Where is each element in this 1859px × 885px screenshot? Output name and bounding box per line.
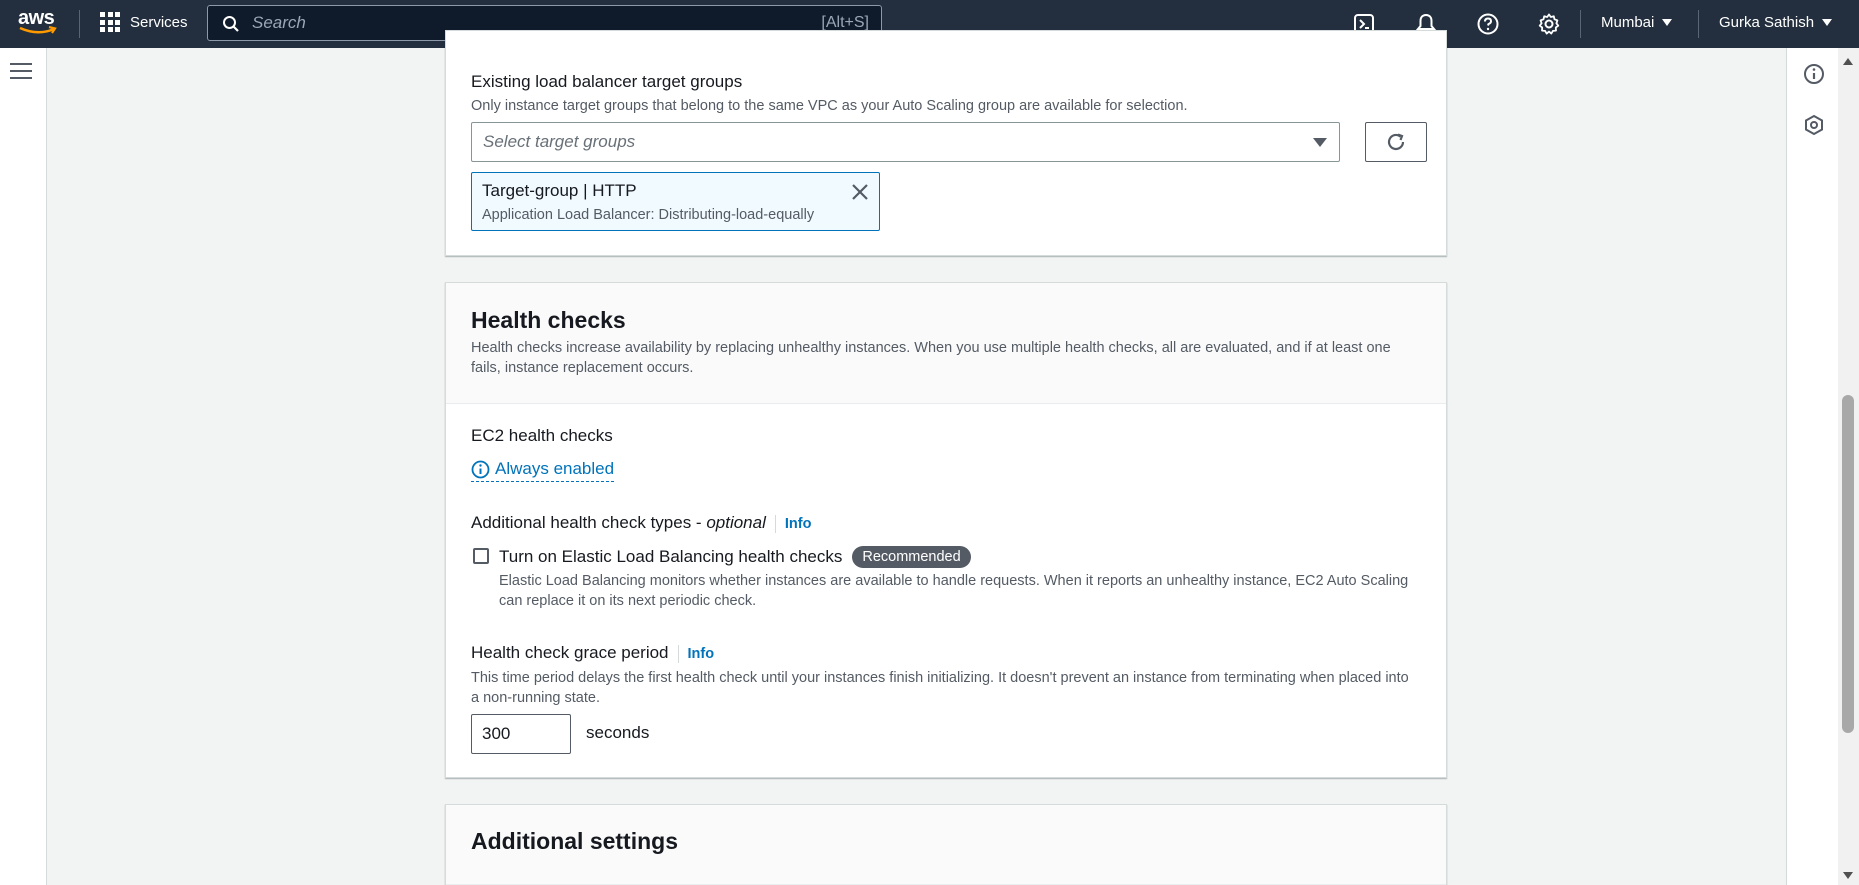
aws-logo-text: aws: [18, 7, 55, 29]
nav-divider: [1698, 10, 1699, 38]
target-groups-label: Existing load balancer target groups: [471, 72, 743, 91]
load-balancing-card: Existing load balancer target groups Onl…: [445, 30, 1447, 256]
services-menu-button[interactable]: Services: [100, 12, 188, 32]
separator: [677, 644, 679, 663]
menu-hamburger-icon[interactable]: [10, 63, 32, 81]
services-label: Services: [130, 13, 188, 31]
caret-down-icon: [1662, 19, 1673, 26]
refresh-icon: [1387, 133, 1405, 151]
elb-health-checks-option: Turn on Elastic Load Balancing health ch…: [499, 546, 971, 568]
elb-health-checks-checkbox[interactable]: [473, 548, 489, 564]
info-link[interactable]: Info: [688, 646, 715, 662]
additional-health-check-types-label: Additional health check types - optional…: [471, 513, 811, 533]
health-checks-title: Health checks: [471, 307, 626, 333]
nav-divider: [1580, 10, 1581, 38]
token-title: Target-group | HTTP: [482, 181, 637, 200]
info-link[interactable]: Info: [785, 516, 812, 532]
selected-target-group-token: Target-group | HTTP Application Load Bal…: [471, 172, 880, 231]
additional-settings-title: Additional settings: [471, 828, 678, 854]
resources-hexagon-icon[interactable]: [1803, 114, 1825, 136]
dropdown-caret-icon: [1313, 138, 1327, 147]
grace-period-label: Health check grace period Info: [471, 643, 714, 663]
always-enabled-link[interactable]: Always enabled: [471, 459, 615, 482]
user-name: Gurka Sathish: [1719, 14, 1815, 31]
token-subtitle: Application Load Balancer: Distributing-…: [482, 207, 815, 223]
caret-down-icon: [1822, 19, 1833, 26]
additional-settings-header: Additional settings: [446, 805, 1446, 885]
health-checks-card: Health checks Health checks increase ava…: [445, 282, 1447, 778]
additional-label-text: Additional health check types -: [471, 513, 707, 532]
account-menu[interactable]: Gurka Sathish: [1719, 14, 1833, 31]
target-groups-description: Only instance target groups that belong …: [471, 98, 1188, 114]
recommended-badge: Recommended: [852, 546, 971, 568]
right-tools-rail: [1786, 48, 1838, 885]
region-label: Mumbai: [1601, 14, 1655, 31]
left-navigation-rail: [0, 48, 47, 885]
health-checks-description: Health checks increase availability by r…: [471, 340, 1391, 376]
grace-period-label-text: Health check grace period: [471, 643, 669, 662]
refresh-button[interactable]: [1365, 122, 1427, 162]
always-enabled-text: Always enabled: [495, 459, 615, 478]
optional-text: optional: [706, 513, 766, 532]
ec2-health-checks-label: EC2 health checks: [471, 426, 613, 445]
target-groups-select[interactable]: Select target groups: [471, 122, 1340, 162]
info-panel-icon[interactable]: [1803, 63, 1825, 85]
elb-health-checks-description: Elastic Load Balancing monitors whether …: [499, 573, 1409, 609]
search-icon: [223, 16, 239, 32]
elb-health-checks-label[interactable]: Turn on Elastic Load Balancing health ch…: [499, 547, 842, 567]
scroll-down-arrow-icon[interactable]: [1843, 872, 1853, 879]
settings-gear-icon[interactable]: [1537, 12, 1561, 36]
health-checks-header: Health checks Health checks increase ava…: [446, 283, 1446, 404]
info-circle-icon: [471, 460, 490, 478]
scroll-up-arrow-icon[interactable]: [1843, 58, 1853, 65]
aws-smile-icon: [19, 26, 57, 34]
nav-divider: [79, 10, 80, 38]
page-scrollbar[interactable]: [1838, 48, 1859, 885]
additional-settings-card: Additional settings: [445, 804, 1447, 885]
separator: [774, 514, 776, 533]
help-icon[interactable]: [1476, 12, 1500, 36]
grid-icon: [100, 12, 120, 32]
remove-token-close-icon[interactable]: [851, 183, 869, 201]
grace-period-description: This time period delays the first health…: [471, 670, 1409, 706]
target-groups-select-placeholder: Select target groups: [483, 132, 636, 151]
aws-logo[interactable]: aws: [18, 8, 60, 38]
scrollbar-thumb[interactable]: [1842, 395, 1854, 733]
grace-period-unit: seconds: [586, 723, 650, 742]
region-selector[interactable]: Mumbai: [1601, 14, 1673, 31]
grace-period-input[interactable]: [471, 714, 571, 754]
